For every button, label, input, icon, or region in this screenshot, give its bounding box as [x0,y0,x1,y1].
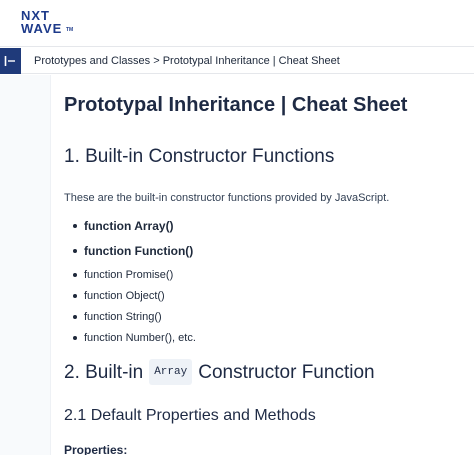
sidebar-toggle-button[interactable] [0,48,21,74]
page-title: Prototypal Inheritance | Cheat Sheet [64,94,408,116]
list-item: function String() [73,310,196,331]
list-item: function Object() [73,289,196,310]
top-header: NXT WAVE TM [0,0,474,47]
section-2-heading-suffix: Constructor Function [198,362,375,384]
constructor-function-list: function Array() function Function() fun… [73,218,196,352]
section-2-heading: 2. Built-in Array Constructor Function [64,359,375,386]
logo-text-line2: WAVE [21,21,63,36]
list-item: function Number(), etc. [73,331,196,352]
section-2-1-heading: 2.1 Default Properties and Methods [64,407,316,424]
list-item: function Function() [73,243,196,268]
properties-label: Properties: [64,443,128,455]
list-item: function Array() [73,218,196,243]
left-gutter [0,75,50,455]
nxtwave-logo[interactable]: NXT WAVE TM [21,9,81,37]
list-item: function Promise() [73,268,196,289]
breadcrumb-bar: Prototypes and Classes > Prototypal Inhe… [0,48,474,74]
collapse-sidebar-icon [4,56,15,66]
logo-trademark: TM [66,27,74,33]
section-2-heading-prefix: 2. Built-in [64,362,144,384]
section-1-intro: These are the built-in constructor funct… [64,192,390,204]
section-1-heading: 1. Built-in Constructor Functions [64,146,335,167]
breadcrumb[interactable]: Prototypes and Classes > Prototypal Inhe… [34,54,340,68]
main-content: Prototypal Inheritance | Cheat Sheet 1. … [50,75,474,455]
inline-code: Array [149,359,193,385]
